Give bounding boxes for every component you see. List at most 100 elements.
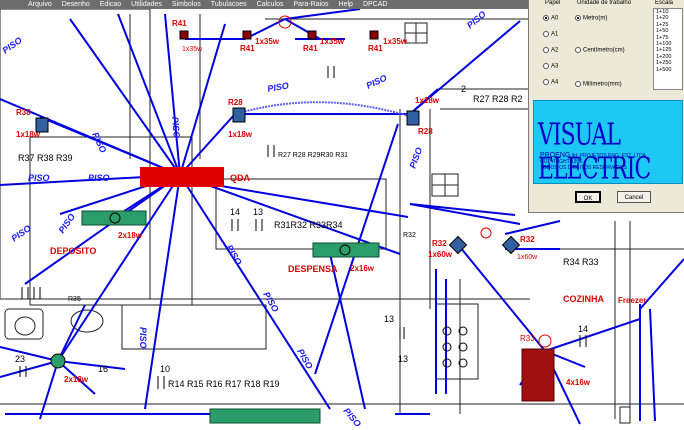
piso-12: PISO [9,223,32,244]
radio-icon [543,63,549,69]
unit-group-title: Unidade de trabalho [577,0,632,6]
unit-option-mm[interactable]: Milímetro(mm) [575,81,622,88]
num-13-c: 13 [398,354,408,364]
num-13: 13 [253,207,263,217]
paper-option-a4[interactable]: A4 [543,79,558,86]
brand-company: PROENG [540,152,571,159]
r28-label-1: R28 [228,98,243,107]
piso-6: PISO [170,116,182,138]
despensa-fixture-power: 2x16w [350,264,375,273]
qda-panel[interactable] [140,167,224,187]
piso-7: PISO [56,212,77,235]
piso-1: PISO [88,173,110,183]
paper-option-a3[interactable]: A3 [543,63,558,70]
r32-power-1: 1x60w [428,250,453,259]
circuit-r32: R32 [403,232,416,239]
piso-4: PISO [267,80,290,94]
paper-group-title: Papel [545,0,561,6]
paper-option-a0[interactable]: A0 [543,15,558,22]
brand-company-full: ltd. PROJETOS ENG. EST. LTDA [571,153,647,159]
menu-item-calculos[interactable]: Calculos [252,0,289,9]
r41-label-4: R41 [368,44,383,53]
r28-power-2: 1x18w [415,96,440,105]
piso-15: PISO [341,406,362,429]
num-14: 14 [230,207,240,217]
num-10: 10 [160,364,170,374]
radio-icon [575,47,581,53]
menu-item-edicao[interactable]: Edicao [95,0,126,9]
num-16: 16 [98,364,108,374]
piso-16: PISO [407,146,424,170]
unit-option-cm[interactable]: Centímetro(cm) [575,47,625,54]
radio-icon [543,15,549,21]
menu-item-arquivo[interactable]: Arquivo [0,0,57,9]
r41-power-1: 1x35w [182,46,203,53]
r41-label-1: R41 [172,19,187,28]
radio-icon [543,47,549,53]
radio-icon [575,81,581,87]
r38-power: 1x18w [16,130,41,139]
r28-power-1: 1x18w [228,130,253,139]
r32-label-1: R32 [432,239,447,248]
qda-label: QDA [230,173,251,183]
menu-item-dpcad[interactable]: DPCAD [358,0,393,9]
menu-item-utilidades[interactable]: Utilidades [126,0,167,9]
deposito-fixture-power: 2x18w [118,231,143,240]
r38-label: R38 [16,108,31,117]
scale-list[interactable]: 1+10 1+20 1+25 1+50 1+75 1+100 1+125 1+2… [653,8,683,90]
r33-label: R33 [520,334,535,343]
menu-item-simbolos[interactable]: Simbolos [167,0,206,9]
circuit-r27-top: R27 R28 R2 [473,94,523,104]
num-13-b: 13 [384,314,394,324]
circuit-r27-r31: R27 R28 R29R30 R31 [278,152,348,159]
piso-11: PISO [138,327,148,349]
r41-power-3: 1x35w [320,37,345,46]
circuit-r37: R37 R38 R39 [18,153,73,163]
paper-option-a2[interactable]: A2 [543,47,558,54]
circuit-r31-r34: R31R32 R33R34 [274,220,343,230]
r28-label-2: R28 [418,127,433,136]
cancel-button[interactable]: Cancel [617,191,651,203]
num-2: 2 [461,84,466,94]
scale-item[interactable]: 1+500 [656,67,682,73]
r41-label-3: R41 [303,44,318,53]
radio-icon [543,79,549,85]
menu-item-desenho[interactable]: Desenho [57,0,95,9]
r41-label-2: R41 [240,44,255,53]
menu-item-help[interactable]: Help [334,0,358,9]
brand-rights: TODOS OS DIREITOS RESERVADOS [540,165,627,171]
circuit-r14-r19: R14 R15 R16 R17 R18 R19 [168,379,280,389]
circuit-r34-r33: R34 R33 [563,257,599,267]
brand-credits: PROENG ltd. PROJETOS ENG. EST. LTDA COPY… [540,152,647,171]
menu-item-tubulacoes[interactable]: Tubulacoes [206,0,252,9]
freezer-label: Freezer [618,296,646,305]
radio-icon [575,15,581,21]
room-deposito: DEPOSITO [50,246,96,256]
room-despensa: DESPENSA [288,264,338,274]
r41-power-2: 1x35w [255,37,280,46]
piso-9: PISO [261,290,280,314]
piso-2: PISO [28,173,50,183]
num-23: 23 [15,354,25,364]
paper-scale-dialog: Papel Unidade de trabalho Escala A0 A1 A… [528,0,684,213]
piso-3: PISO [365,73,389,91]
room-cozinha: COZINHA [563,294,604,304]
menu-item-pararaios[interactable]: Para-Raios [289,0,334,9]
r32-label-2: R32 [520,235,535,244]
circuit-r35: R35 [68,296,81,303]
piso-5: PISO [90,131,108,155]
piso-14: PISO [465,9,488,30]
r32-power-2: 1x60w [517,254,538,261]
bath-fixture-power: 2x18w [64,375,89,384]
paper-option-a1[interactable]: A1 [543,31,558,38]
num-14-b: 14 [578,324,588,334]
r41-power-4: 1x35w [383,37,408,46]
brand-banner: VISUAL ELECTRIC PROENG ltd. PROJETOS ENG… [533,100,683,187]
unit-option-meter[interactable]: Metro(m) [575,15,607,22]
r33-power: 4x16w [566,378,591,387]
scale-group-title: Escala [655,0,674,6]
ok-button[interactable]: OK [575,191,601,203]
radio-icon [543,31,549,37]
piso-8: PISO [224,243,243,267]
piso-13: PISO [0,35,23,56]
